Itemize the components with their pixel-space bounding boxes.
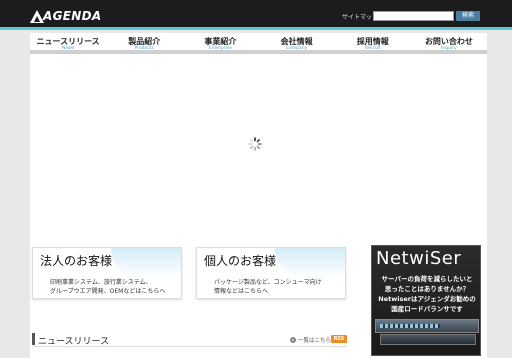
card-desc-line: パッケージ製品など、コンシューマ向け	[214, 279, 322, 286]
main-page: ニュースリリース News 製品紹介 Products 事業紹介 Enterpr…	[30, 33, 488, 358]
nav-item-inquiry[interactable]: お問い合わせ Inquiry	[410, 33, 488, 53]
nav-label: ニュースリリース	[36, 37, 100, 46]
nav-label: 採用情報	[356, 37, 389, 46]
nav-label: 事業紹介	[204, 37, 237, 46]
server-device-image	[380, 334, 476, 345]
site-header: AGENDA サイトマップ 検索	[0, 0, 512, 30]
card-desc-line: 情報などはこちらへ	[214, 288, 269, 295]
nav-item-company[interactable]: 会社情報 Company	[258, 33, 335, 53]
corporate-customers-card[interactable]: 法人のお客様 印刷事業システム、旅行業システム、 グループウエア開発、OEMなど…	[32, 247, 182, 299]
card-title: 法人のお客様	[40, 254, 113, 268]
nav-item-enterprise[interactable]: 事業紹介 Enterprise	[182, 33, 259, 53]
netwiser-banner[interactable]: NetwiSer サーバーの負荷を減らしたいと 思ったことはありませんか？ Ne…	[371, 245, 481, 356]
section-marker	[32, 333, 35, 345]
news-list-link-label: 一覧はこちら	[298, 338, 332, 344]
personal-customers-card[interactable]: 個人のお客様 パッケージ製品など、コンシューマ向け 情報などはこちらへ	[196, 247, 346, 299]
nav-label: 製品紹介	[128, 37, 161, 46]
logo-text: AGENDA	[43, 9, 102, 23]
news-section-header: ニュースリリース 一覧はこちら RSS	[32, 333, 347, 347]
banner-line: 国産ロードバランサです	[391, 305, 463, 313]
nav-sublabel: Enterprise	[208, 46, 232, 51]
card-title: 個人のお客様	[204, 254, 277, 268]
banner-line: サーバーの負荷を減らしたいと	[381, 275, 473, 283]
arrow-circle-icon	[290, 337, 296, 343]
rss-button[interactable]: RSS	[331, 335, 347, 343]
nav-sublabel: Inquiry	[441, 46, 457, 51]
loading-spinner-icon	[248, 137, 262, 151]
nav-item-recruit[interactable]: 採用情報 Recruit	[334, 33, 411, 53]
nav-sublabel: News	[62, 46, 75, 51]
nav-sublabel: Products	[134, 46, 154, 51]
nav-item-news[interactable]: ニュースリリース News	[30, 33, 107, 53]
nav-sublabel: Company	[285, 46, 308, 51]
card-description: 印刷事業システム、旅行業システム、 グループウエア開発、OEMなどはこちらへ	[50, 278, 165, 296]
news-section-title: ニュースリリース	[38, 337, 110, 347]
search-input[interactable]	[373, 11, 454, 21]
news-list-link[interactable]: 一覧はこちら	[290, 336, 331, 344]
search-button[interactable]: 検索	[456, 11, 480, 21]
agenda-logo[interactable]: AGENDA	[30, 8, 101, 24]
card-desc-line: 印刷事業システム、旅行業システム、	[50, 279, 152, 286]
banner-text: サーバーの負荷を減らしたいと 思ったことはありませんか？ Netwiserはアジ…	[372, 274, 480, 314]
logo-triangle-icon	[30, 9, 44, 23]
banner-line: Netwiserはアジェンダお勧めの	[378, 295, 476, 303]
card-description: パッケージ製品など、コンシューマ向け 情報などはこちらへ	[214, 278, 322, 296]
banner-brand: NetwiSer	[376, 248, 462, 269]
nav-label: 会社情報	[280, 37, 313, 46]
card-desc-line: グループウエア開発、OEMなどはこちらへ	[50, 288, 166, 295]
nav-sublabel: Recruit	[364, 46, 381, 51]
banner-line: 思ったことはありませんか？	[384, 285, 470, 293]
global-nav: ニュースリリース News 製品紹介 Products 事業紹介 Enterpr…	[30, 33, 488, 54]
nav-label: お問い合わせ	[424, 37, 473, 46]
nav-item-products[interactable]: 製品紹介 Products	[106, 33, 183, 53]
server-device-image	[375, 319, 479, 333]
